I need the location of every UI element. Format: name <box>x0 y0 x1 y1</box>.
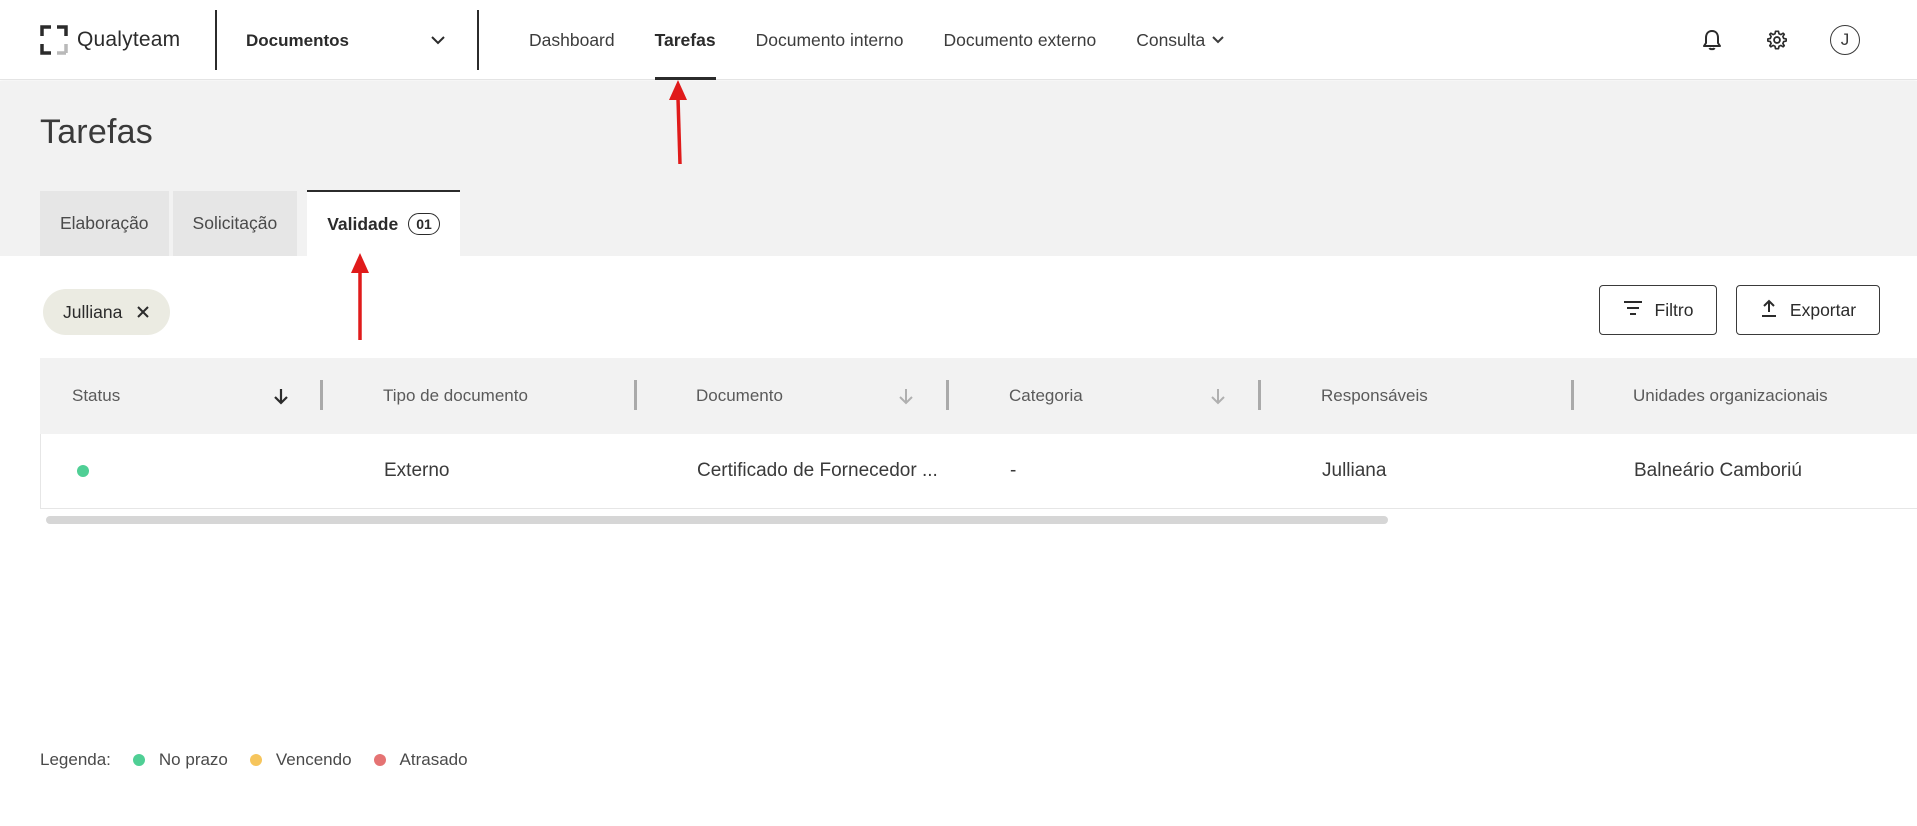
legend-item-label: Atrasado <box>399 750 468 769</box>
nav-consulta-label: Consulta <box>1136 29 1206 50</box>
unidades-cell: Balneário Camboriú <box>1634 460 1802 481</box>
table-row[interactable]: Externo Certificado de Fornecedor ... - … <box>40 434 1917 509</box>
legend-item: Atrasado <box>373 750 468 770</box>
nav-dashboard[interactable]: Dashboard <box>529 0 615 80</box>
notifications-button[interactable] <box>1409 22 1445 58</box>
nav-documento-interno[interactable]: Documento interno <box>756 0 904 80</box>
tab-validade-label: Validade <box>327 213 399 234</box>
tab-solicitacao[interactable]: Solicitação <box>172 191 298 256</box>
page-title: Tarefas <box>40 113 153 151</box>
close-icon[interactable] <box>136 305 150 319</box>
gear-icon[interactable] <box>1759 22 1795 58</box>
status-cell <box>77 434 89 508</box>
legend-item-label: Vencendo <box>275 750 352 769</box>
module-selector-label: Documentos <box>246 31 349 50</box>
status-legend: Legenda: No prazo Vencendo Atrasado <box>40 750 468 770</box>
filter-button-label: Filtro <box>1654 299 1694 320</box>
column-resize-handle[interactable] <box>1258 380 1261 410</box>
chevron-down-icon <box>430 32 446 50</box>
column-resize-handle[interactable] <box>1571 380 1574 410</box>
column-header-documento[interactable]: Documento <box>696 358 783 434</box>
chevron-down-icon <box>1211 35 1225 45</box>
documento-cell[interactable]: Certificado de Fornecedor ... <box>697 434 938 508</box>
nav-consulta[interactable]: Consulta <box>1136 0 1225 80</box>
tab-validade[interactable]: Validade 01 <box>307 190 460 256</box>
legend-item: Vencendo <box>249 750 352 770</box>
header-divider <box>477 10 479 70</box>
count-badge: 01 <box>408 213 440 235</box>
brand-logo[interactable]: Qualyteam <box>40 24 180 56</box>
brand-name: Qualyteam <box>77 28 181 51</box>
nav-tarefas[interactable]: Tarefas <box>654 0 716 80</box>
red-dot-icon <box>373 754 386 766</box>
export-button[interactable]: Exportar <box>1736 285 1880 335</box>
filter-icon <box>1623 300 1643 321</box>
status-dot-on-time <box>77 465 89 477</box>
main-nav: Dashboard Tarefas Documento interno Docu… <box>529 0 1265 80</box>
table-header: Status Tipo de documento Documento Categ… <box>40 358 1917 434</box>
upload-icon <box>1760 298 1778 323</box>
avatar: J <box>1830 25 1860 55</box>
task-tabs: Elaboração Solicitação Validade 01 <box>40 190 464 256</box>
nav-documento-externo[interactable]: Documento externo <box>943 0 1096 80</box>
categoria-cell: - <box>1010 460 1017 481</box>
active-filter-chip: Julliana <box>43 289 171 335</box>
filter-chip-label: Julliana <box>63 301 123 322</box>
user-avatar-button[interactable]: J <box>1827 22 1863 58</box>
column-header-tipo[interactable]: Tipo de documento <box>383 358 528 434</box>
top-navigation-bar: Qualyteam Documentos Dashboard Tarefas D… <box>0 0 1917 80</box>
column-resize-handle[interactable] <box>634 380 637 410</box>
page-header: Tarefas Elaboração Solicitação Validade … <box>0 81 1917 256</box>
column-header-status[interactable]: Status <box>72 358 120 434</box>
column-header-categoria[interactable]: Categoria <box>1009 358 1083 434</box>
arrow-down-icon[interactable] <box>1206 384 1230 408</box>
yellow-dot-icon <box>249 754 262 766</box>
arrow-down-icon[interactable] <box>269 384 293 408</box>
green-dot-icon <box>132 754 145 766</box>
tab-elaboracao[interactable]: Elaboração <box>40 191 169 256</box>
column-resize-handle[interactable] <box>946 380 949 410</box>
filter-button[interactable]: Filtro <box>1599 285 1717 335</box>
responsaveis-cell: Julliana <box>1322 460 1387 481</box>
annotation-arrow-icon <box>351 253 369 340</box>
bell-icon[interactable] <box>1694 22 1730 58</box>
column-header-responsaveis[interactable]: Responsáveis <box>1321 358 1428 434</box>
qualyteam-logo-icon <box>40 25 68 55</box>
legend-item: No prazo <box>132 750 228 770</box>
tasks-table: Status Tipo de documento Documento Categ… <box>40 358 1917 509</box>
export-button-label: Exportar <box>1789 299 1857 320</box>
arrow-down-icon[interactable] <box>894 384 918 408</box>
horizontal-scrollbar[interactable] <box>46 516 1388 524</box>
column-header-unidades[interactable]: Unidades organizacionais <box>1633 358 1828 434</box>
header-divider <box>215 10 217 70</box>
legend-label: Legenda: <box>40 750 111 769</box>
legend-item-label: No prazo <box>158 750 228 769</box>
module-selector[interactable]: Documentos <box>246 26 446 56</box>
column-resize-handle[interactable] <box>320 380 323 410</box>
tipo-cell: Externo <box>384 460 450 481</box>
